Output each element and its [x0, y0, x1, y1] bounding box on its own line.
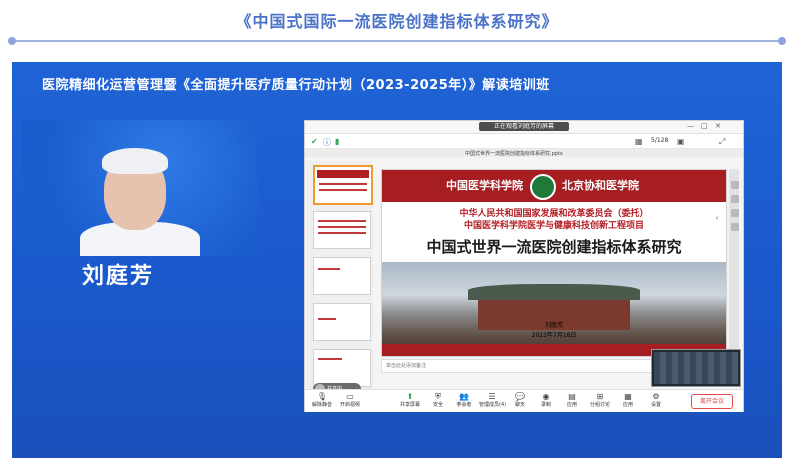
shared-screen-window: 正在观看刘庭芳的屏幕 — □ ✕ ✔ ⓘ ▮ ▦ 5/128 ▣ ⤢ 中国式世界… [304, 120, 744, 412]
security-button[interactable]: ⛨ 安全 [425, 392, 451, 409]
thumb-line [319, 183, 367, 185]
share-screen-button[interactable]: ⬆ 共享屏幕 [397, 392, 423, 409]
slide-title: 中国式世界一流医院创建指标体系研究 [426, 238, 682, 256]
slide-thumbnail[interactable] [313, 349, 371, 387]
meeting-controls-bar: 🎙 解除静音 ▭ 开启视频 ⬆ 共享屏幕 ⛨ 安全 👥 参会者 ☰ 管理成员(4) 💬 聊天 … [305, 389, 743, 412]
record-button[interactable]: ◉ 录制 [533, 392, 559, 409]
shield-icon: ⛨ [435, 392, 441, 401]
minimize-icon[interactable]: — [687, 122, 694, 130]
building-roof [468, 284, 640, 300]
slide-date: 2023年7月18日 [531, 332, 577, 339]
leave-meeting-button[interactable]: 离开会议 [691, 394, 733, 409]
fullscreen-icon[interactable]: ⤢ [719, 137, 725, 147]
breakout-icon: ⊞ [596, 392, 604, 401]
page-indicator: 5/128 [651, 137, 669, 144]
divider-dot-left [8, 37, 16, 45]
manage-icon: ☰ [488, 392, 496, 401]
camera-icon: ▭ [346, 392, 354, 401]
page-header: 《中国式国际一流医院创建指标体系研究》 [0, 0, 794, 62]
thumb-line [319, 189, 367, 191]
slide-thumbnail[interactable] [313, 165, 373, 205]
share-icon: ⬆ [406, 392, 414, 401]
speaker-video[interactable] [22, 120, 258, 256]
window-title[interactable]: 正在观看刘庭芳的屏幕 [479, 122, 569, 131]
chevron-left-icon[interactable]: ‹ [713, 213, 721, 223]
header-divider [12, 40, 782, 42]
cams-logo-text: 中国医学科学院 [446, 179, 523, 192]
grid-view-icon[interactable]: ▦ [635, 137, 643, 146]
mic-icon: 🎙 [316, 392, 328, 401]
info-icon[interactable]: ⓘ [323, 137, 331, 148]
window-titlebar: 正在观看刘庭芳的屏幕 — □ ✕ [305, 121, 743, 134]
picture-in-picture-view[interactable] [651, 349, 741, 387]
current-slide: 中国医学科学院 北京协和医学院 中华人民共和国国家发展和改革委员会（委托） 中国… [381, 169, 727, 357]
event-banner: 医院精细化运营管理暨《全面提升医疗质量行动计划（2023-2025年）》解读培训… [42, 78, 550, 93]
gear-icon: ⚙ [652, 392, 660, 401]
security-icon[interactable]: ✔ [311, 137, 318, 146]
manage-members-button[interactable]: ☰ 管理成员(4) [479, 392, 506, 409]
pumc-logo-text: 北京协和医学院 [562, 179, 639, 192]
start-video-button[interactable]: ▭ 开启视频 [337, 392, 363, 409]
slide-thumbnails: 共享中... [307, 161, 373, 409]
slide-speaker: 刘庭芳 [544, 322, 563, 329]
close-icon[interactable]: ✕ [715, 122, 721, 130]
divider-dot-right [778, 37, 786, 45]
slide-thumbnail[interactable] [313, 211, 371, 249]
speaker-name: 刘庭芳 [82, 264, 155, 289]
emblem-icon [530, 174, 556, 200]
slide-header-band: 中国医学科学院 北京协和医学院 [382, 170, 726, 202]
apps2-button[interactable]: ▦ 应用 [615, 392, 641, 409]
breakout-button[interactable]: ⊞ 分组讨论 [587, 392, 613, 409]
thumb-line [318, 358, 342, 360]
settings-button[interactable]: ⚙ 设置 [643, 392, 669, 409]
signal-icon: ▮ [335, 137, 340, 146]
record-icon: ◉ [542, 392, 550, 401]
page-title: 《中国式国际一流医院创建指标体系研究》 [235, 12, 559, 31]
thumb-line [318, 268, 340, 270]
participants-icon: 👥 [459, 392, 469, 401]
apps-button[interactable]: ▤ 应用 [559, 392, 585, 409]
pip-content [654, 352, 738, 384]
thumb-line [318, 232, 366, 234]
thumb-line [318, 318, 336, 320]
thumb-line [318, 220, 366, 222]
view-icon[interactable]: ▣ [677, 137, 685, 146]
apps2-icon: ▦ [624, 392, 632, 401]
tool-icon[interactable] [731, 209, 739, 217]
slide-thumbnail[interactable] [313, 303, 371, 341]
slide-thumbnail[interactable] [313, 257, 371, 295]
participants-button[interactable]: 👥 参会者 [451, 392, 477, 409]
meeting-toolbar: ✔ ⓘ ▮ ▦ 5/128 ▣ ⤢ [305, 134, 743, 149]
tool-icon[interactable] [731, 181, 739, 189]
document-tabs: 中国式世界一流医院创建指标体系研究.pptx [305, 149, 743, 157]
chat-button[interactable]: 💬 聊天 [507, 392, 533, 409]
maximize-icon[interactable]: □ [701, 122, 708, 130]
tool-icon[interactable] [731, 223, 739, 231]
chat-icon: 💬 [515, 392, 525, 401]
document-tab[interactable]: 中国式世界一流医院创建指标体系研究.pptx [465, 150, 575, 156]
tool-icon[interactable] [731, 195, 739, 203]
unmute-button[interactable]: 🎙 解除静音 [309, 392, 335, 409]
speaker-hair [102, 148, 168, 174]
thumb-line [318, 226, 366, 228]
apps-icon: ▤ [568, 392, 576, 401]
thumb-header [317, 170, 369, 178]
side-tools [731, 161, 739, 261]
slide-subtitle-2: 中国医学科学院医学与健康科技创新工程项目 [463, 221, 644, 231]
meeting-stage: 医院精细化运营管理暨《全面提升医疗质量行动计划（2023-2025年）》解读培训… [12, 62, 782, 458]
